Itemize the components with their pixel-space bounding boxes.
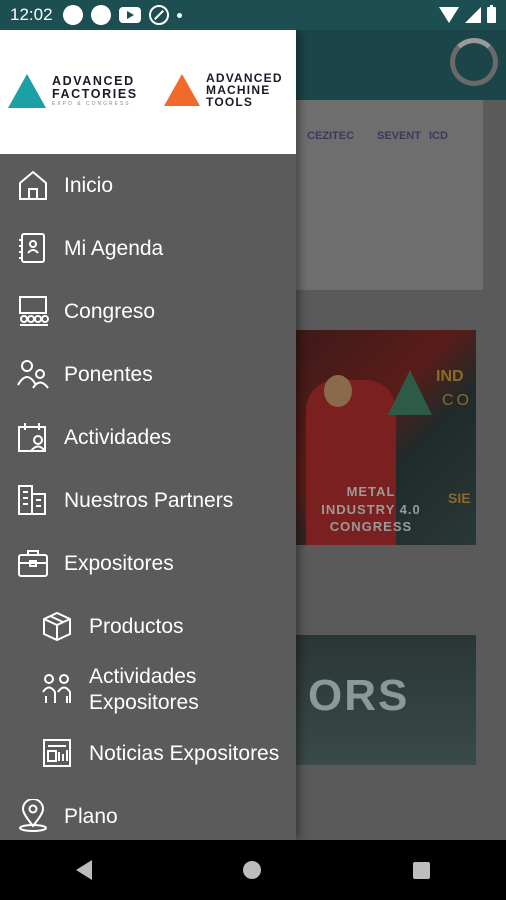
battery-icon — [487, 5, 496, 23]
menu-item-actividades-expositores[interactable]: Actividades Expositores — [0, 658, 296, 722]
do-not-disturb-icon — [148, 5, 169, 25]
promo-side-text: SIE — [448, 490, 471, 506]
briefcase-icon — [16, 546, 50, 580]
speakers-icon — [16, 357, 50, 391]
exhibitor-activities-icon — [40, 672, 74, 706]
menu-item-inicio[interactable]: Inicio — [0, 154, 296, 217]
box-icon — [40, 609, 74, 643]
promo-tag-b: CO — [442, 392, 472, 409]
signal-icon — [465, 7, 481, 23]
advanced-machine-tools-logo: ADVANCED MACHINE TOOLS — [164, 72, 283, 108]
menu-item-label: Mi Agenda — [64, 236, 164, 260]
map-pin-icon — [16, 799, 50, 833]
menu-item-label: Nuestros Partners — [64, 488, 234, 512]
sponsor-logo-icd: ICD — [429, 130, 448, 142]
promo-banner-exhibitors[interactable]: ORS — [296, 635, 476, 765]
navigation-drawer: ADVANCED FACTORIES EXPO & CONGRESS ADVAN… — [0, 30, 296, 840]
agenda-icon — [16, 231, 50, 265]
notification-dot-icon — [62, 5, 83, 25]
menu-item-label: Noticias Expositores — [89, 741, 280, 765]
menu-item-label: Expositores — [64, 551, 174, 575]
menu-item-label: Plano — [64, 804, 118, 828]
wifi-icon — [439, 7, 459, 23]
small-dot-icon — [176, 12, 182, 18]
notification-dot-icon — [90, 5, 111, 25]
advanced-factories-mark-icon — [8, 74, 46, 108]
partners-icon — [16, 483, 50, 517]
promo-caption-line1: METAL — [346, 484, 396, 499]
sponsor-logo-cezitec: CEZITEC — [307, 130, 355, 142]
speaker-head — [324, 375, 352, 407]
sponsor-logos-card[interactable]: CEZITEC SEVENT ICD — [295, 100, 483, 290]
drawer-menu: Inicio Mi Agenda Congreso Ponentes Activ… — [0, 154, 296, 840]
sponsor-logo-sevent: SEVENT — [377, 130, 422, 142]
promo-banner-congress[interactable]: IND CO METAL INDUSTRY 4.0 CONGRESS SIE — [296, 330, 476, 545]
loading-spinner-icon — [450, 38, 498, 86]
brand-right-line3: TOOLS — [206, 95, 254, 109]
advanced-machine-tools-mark-icon — [164, 74, 200, 106]
brand-left-line2: FACTORIES — [52, 86, 138, 101]
menu-item-ponentes[interactable]: Ponentes — [0, 343, 296, 406]
promo-2-text: ORS — [308, 671, 410, 720]
system-navigation-bar — [0, 840, 506, 900]
menu-item-congreso[interactable]: Congreso — [0, 280, 296, 343]
status-bar: 12:02 — [0, 0, 506, 30]
menu-item-plano[interactable]: Plano — [0, 785, 296, 840]
recent-apps-icon[interactable] — [413, 861, 431, 879]
promo-caption-line2: INDUSTRY 4.0 — [321, 502, 421, 517]
youtube-icon — [118, 7, 141, 23]
congress-icon — [16, 294, 50, 328]
menu-item-nuestros-partners[interactable]: Nuestros Partners — [0, 469, 296, 532]
menu-item-expositores[interactable]: Expositores — [0, 532, 296, 595]
menu-item-label: Ponentes — [64, 362, 153, 386]
menu-item-label: Actividades Expositores — [89, 665, 199, 714]
menu-item-actividades[interactable]: Actividades — [0, 406, 296, 469]
menu-item-label: Congreso — [64, 299, 156, 323]
menu-item-noticias-expositores[interactable]: Noticias Expositores — [0, 722, 296, 785]
home-button-icon[interactable] — [243, 861, 262, 879]
menu-item-label: Productos — [89, 614, 184, 638]
promo-caption-line3: CONGRESS — [329, 519, 413, 534]
status-time: 12:02 — [10, 5, 53, 24]
advanced-factories-logo: ADVANCED FACTORIES EXPO & CONGRESS — [8, 74, 138, 108]
menu-item-label: Actividades — [64, 425, 172, 449]
brand-left-line3: EXPO & CONGRESS — [52, 101, 131, 107]
activities-icon — [16, 420, 50, 454]
news-icon — [40, 736, 74, 770]
promo-tag-a: IND — [436, 368, 464, 385]
menu-item-label: Inicio — [64, 173, 114, 197]
menu-item-productos[interactable]: Productos — [0, 595, 296, 658]
back-icon[interactable] — [75, 860, 92, 880]
triangle-logo-icon — [388, 370, 432, 415]
home-icon — [16, 168, 50, 202]
brand-left-line1: ADVANCED — [52, 74, 135, 88]
drawer-header: ADVANCED FACTORIES EXPO & CONGRESS ADVAN… — [0, 30, 296, 154]
menu-item-mi-agenda[interactable]: Mi Agenda — [0, 217, 296, 280]
